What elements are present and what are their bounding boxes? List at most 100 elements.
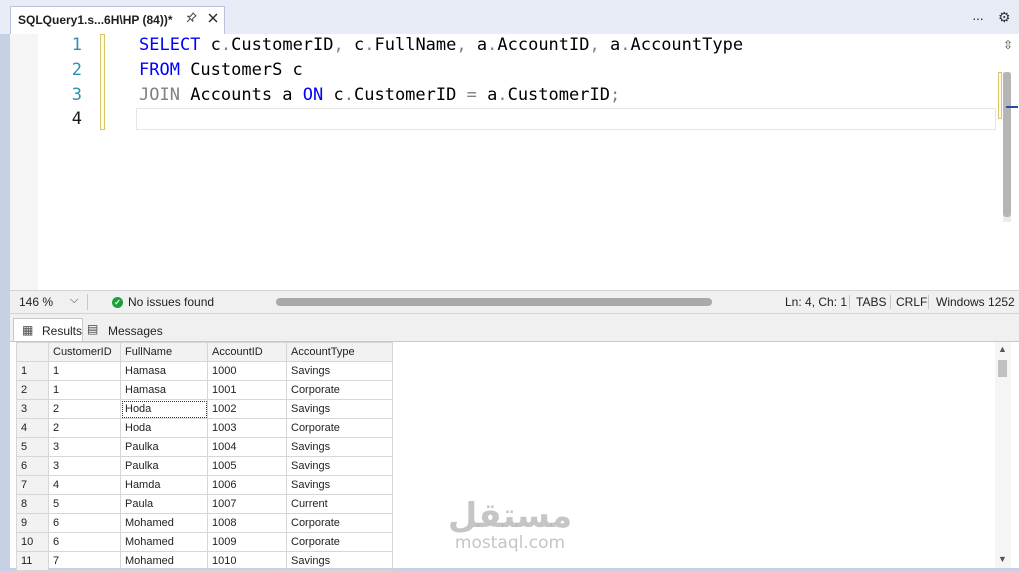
line-ending[interactable]: CRLF bbox=[896, 295, 927, 309]
divider bbox=[890, 295, 891, 309]
column-header[interactable]: AccountType bbox=[286, 342, 393, 362]
grid-cell[interactable]: 1009 bbox=[207, 532, 287, 552]
grid-cell[interactable]: 3 bbox=[48, 456, 121, 476]
row-number[interactable]: 9 bbox=[16, 513, 49, 533]
grid-cell[interactable]: 1004 bbox=[207, 437, 287, 457]
row-number[interactable]: 8 bbox=[16, 494, 49, 514]
pin-icon[interactable] bbox=[183, 11, 199, 29]
tab-sqlquery1[interactable]: SQLQuery1.s...6H\HP (84))* bbox=[10, 6, 225, 34]
results-grid[interactable]: CustomerID FullName AccountID AccountTyp… bbox=[16, 342, 393, 571]
row-number[interactable]: 6 bbox=[16, 456, 49, 476]
grid-cell[interactable]: 2 bbox=[48, 399, 121, 419]
grid-cell[interactable]: 3 bbox=[48, 437, 121, 457]
grid-cell[interactable]: Mohamed bbox=[120, 551, 208, 571]
tab-title: SQLQuery1.s...6H\HP (84))* bbox=[18, 13, 173, 27]
chevron-down-icon[interactable]: ⌵ bbox=[70, 294, 78, 307]
cursor-position[interactable]: Ln: 4, Ch: 1 bbox=[785, 295, 847, 309]
gear-icon[interactable]: ⚙ bbox=[998, 9, 1011, 26]
grid-cell[interactable]: 1001 bbox=[207, 380, 287, 400]
line-number: 1 bbox=[71, 35, 82, 55]
grid-cell[interactable]: Paula bbox=[120, 494, 208, 514]
grid-cell[interactable]: Savings bbox=[286, 361, 393, 381]
grid-cell[interactable]: Corporate bbox=[286, 418, 393, 438]
grid-cell[interactable]: Savings bbox=[286, 475, 393, 495]
grid-cell[interactable]: 6 bbox=[48, 532, 121, 552]
grid-cell[interactable]: Mohamed bbox=[120, 513, 208, 533]
grid-cell[interactable]: 4 bbox=[48, 475, 121, 495]
watermark-arabic: مستقل bbox=[447, 496, 573, 536]
grid-cell[interactable]: 6 bbox=[48, 513, 121, 533]
table-row[interactable]: 6 3 Paulka 1005 Savings bbox=[16, 456, 393, 476]
grid-cell[interactable]: 1008 bbox=[207, 513, 287, 533]
grid-cell[interactable]: 1010 bbox=[207, 551, 287, 571]
encoding[interactable]: Windows 1252 bbox=[936, 295, 1015, 309]
row-number[interactable]: 4 bbox=[16, 418, 49, 438]
scroll-down-icon[interactable]: ▼ bbox=[998, 554, 1007, 564]
row-number[interactable]: 11 bbox=[16, 551, 49, 571]
grid-cell[interactable]: Savings bbox=[286, 437, 393, 457]
grid-cell[interactable]: 1000 bbox=[207, 361, 287, 381]
grid-cell[interactable]: Savings bbox=[286, 456, 393, 476]
row-number-header[interactable] bbox=[16, 342, 49, 362]
grid-cell[interactable]: 1002 bbox=[207, 399, 287, 419]
table-row[interactable]: 9 6 Mohamed 1008 Corporate bbox=[16, 513, 393, 533]
indent-mode[interactable]: TABS bbox=[856, 295, 886, 309]
query-editor[interactable]: 1 2 3 4 SELECT c.CustomerID, c.FullName,… bbox=[10, 34, 1019, 290]
tab-results[interactable]: ▦ Results bbox=[13, 318, 83, 342]
row-number[interactable]: 3 bbox=[16, 399, 49, 419]
grid-cell[interactable]: Hamasa bbox=[120, 380, 208, 400]
editor-scroll-thumb[interactable] bbox=[1003, 72, 1011, 217]
grid-cell[interactable]: Hamasa bbox=[120, 361, 208, 381]
change-marker bbox=[998, 72, 1002, 119]
grid-cell[interactable]: Corporate bbox=[286, 380, 393, 400]
tab-messages[interactable]: ▤ Messages bbox=[83, 318, 165, 342]
close-icon[interactable] bbox=[205, 11, 221, 29]
column-header[interactable]: FullName bbox=[120, 342, 208, 362]
grid-cell[interactable]: 1003 bbox=[207, 418, 287, 438]
grid-cell[interactable]: 1 bbox=[48, 380, 121, 400]
grid-cell[interactable]: Paulka bbox=[120, 437, 208, 457]
column-header[interactable]: AccountID bbox=[207, 342, 287, 362]
check-circle-icon: ✓ bbox=[112, 297, 123, 308]
row-number[interactable]: 7 bbox=[16, 475, 49, 495]
issues-status[interactable]: No issues found bbox=[128, 295, 214, 309]
grid-cell[interactable]: 1007 bbox=[207, 494, 287, 514]
table-row[interactable]: 7 4 Hamda 1006 Savings bbox=[16, 475, 393, 495]
grid-cell[interactable]: Mohamed bbox=[120, 532, 208, 552]
grid-scroll-thumb[interactable] bbox=[998, 360, 1007, 377]
table-row[interactable]: 3 2 Hoda 1002 Savings bbox=[16, 399, 393, 419]
grid-cell[interactable]: Paulka bbox=[120, 456, 208, 476]
line-number: 2 bbox=[71, 60, 82, 80]
split-editor-icon[interactable]: ⇳ bbox=[1003, 38, 1013, 52]
grid-cell[interactable]: Corporate bbox=[286, 513, 393, 533]
row-number[interactable]: 2 bbox=[16, 380, 49, 400]
column-header[interactable]: CustomerID bbox=[48, 342, 121, 362]
row-number[interactable]: 10 bbox=[16, 532, 49, 552]
grid-cell[interactable]: Savings bbox=[286, 399, 393, 419]
grid-cell[interactable]: Savings bbox=[286, 551, 393, 571]
grid-cell[interactable]: 2 bbox=[48, 418, 121, 438]
grid-cell[interactable]: Corporate bbox=[286, 532, 393, 552]
grid-cell[interactable]: Current bbox=[286, 494, 393, 514]
table-row[interactable]: 5 3 Paulka 1004 Savings bbox=[16, 437, 393, 457]
table-row[interactable]: 4 2 Hoda 1003 Corporate bbox=[16, 418, 393, 438]
grid-cell[interactable]: 5 bbox=[48, 494, 121, 514]
table-row[interactable]: 2 1 Hamasa 1001 Corporate bbox=[16, 380, 393, 400]
grid-cell[interactable]: Hoda bbox=[120, 418, 208, 438]
grid-cell[interactable]: 7 bbox=[48, 551, 121, 571]
table-row[interactable]: 11 7 Mohamed 1010 Savings bbox=[16, 551, 393, 571]
table-row[interactable]: 1 1 Hamasa 1000 Savings bbox=[16, 361, 393, 381]
scroll-up-icon[interactable]: ▲ bbox=[998, 344, 1007, 354]
table-row[interactable]: 8 5 Paula 1007 Current bbox=[16, 494, 393, 514]
row-number[interactable]: 1 bbox=[16, 361, 49, 381]
table-row[interactable]: 10 6 Mohamed 1009 Corporate bbox=[16, 532, 393, 552]
grid-cell[interactable]: 1005 bbox=[207, 456, 287, 476]
grid-cell-selected[interactable]: Hoda bbox=[120, 399, 208, 419]
row-number[interactable]: 5 bbox=[16, 437, 49, 457]
grid-cell[interactable]: 1 bbox=[48, 361, 121, 381]
ellipsis-icon[interactable]: ··· bbox=[972, 10, 984, 26]
editor-horizontal-scrollbar[interactable] bbox=[276, 298, 712, 306]
zoom-level[interactable]: 146 % bbox=[19, 295, 53, 309]
grid-cell[interactable]: 1006 bbox=[207, 475, 287, 495]
grid-cell[interactable]: Hamda bbox=[120, 475, 208, 495]
